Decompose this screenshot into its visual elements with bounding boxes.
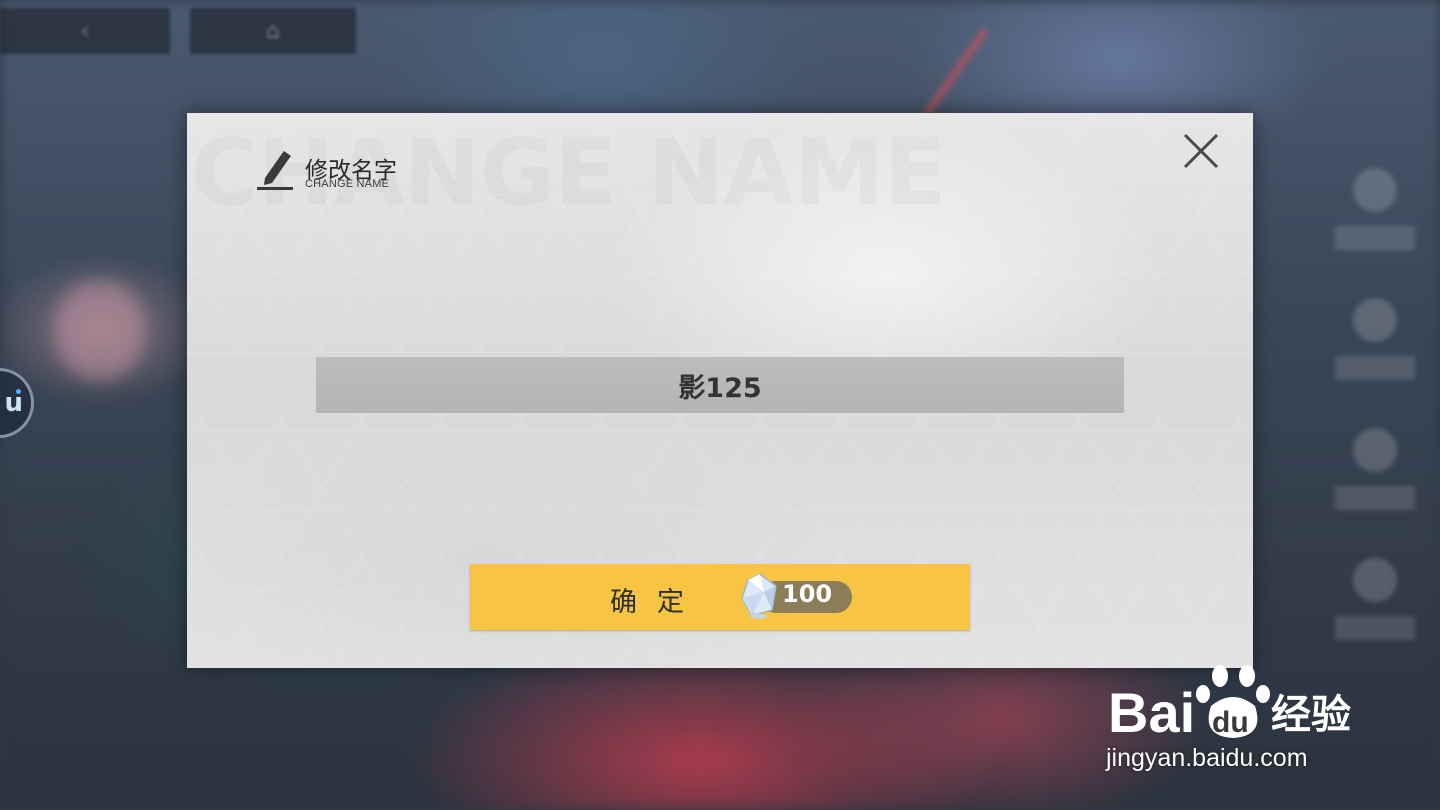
menu-label	[1335, 356, 1415, 380]
back-arrow-icon: ‹	[80, 18, 90, 44]
menu-label	[1335, 226, 1415, 250]
menu-label	[1335, 486, 1415, 510]
name-input[interactable]	[316, 357, 1124, 413]
close-icon[interactable]	[1181, 131, 1221, 171]
menu-icon	[1353, 558, 1397, 602]
back-button[interactable]: ‹	[0, 8, 170, 54]
cost-value: 100	[782, 580, 833, 608]
home-button[interactable]: ⌂	[190, 8, 356, 54]
baidu-brand-latin: Bai	[1108, 681, 1195, 742]
side-menu-item[interactable]	[1330, 420, 1420, 550]
confirm-button[interactable]: 确定 100	[470, 564, 970, 630]
dialog-subtitle: CHANGE NAME	[305, 178, 390, 190]
side-menu-item[interactable]	[1330, 550, 1420, 680]
side-menu	[1330, 160, 1420, 680]
baidu-jingyan-logo: Bai du 经验	[1108, 665, 1351, 742]
menu-label	[1335, 616, 1415, 640]
side-menu-item[interactable]	[1330, 290, 1420, 420]
baidu-brand-cn: 经验	[1271, 692, 1351, 738]
home-icon: ⌂	[266, 18, 280, 44]
menu-icon	[1353, 428, 1397, 472]
change-name-dialog: CHANGE NAME 修改名字 CHANGE NAME 确定 100	[187, 113, 1253, 668]
menu-icon	[1353, 168, 1397, 212]
assistant-dot-icon	[16, 389, 21, 394]
crystal-icon	[741, 573, 777, 619]
pencil-icon	[257, 151, 293, 190]
baidu-brand-du: du	[1212, 706, 1249, 739]
menu-icon	[1353, 298, 1397, 342]
baidu-watermark-url: jingyan.baidu.com	[1106, 744, 1308, 772]
blurred-character-avatar	[55, 280, 145, 380]
side-menu-item[interactable]	[1330, 160, 1420, 290]
confirm-label: 确定	[610, 587, 704, 618]
